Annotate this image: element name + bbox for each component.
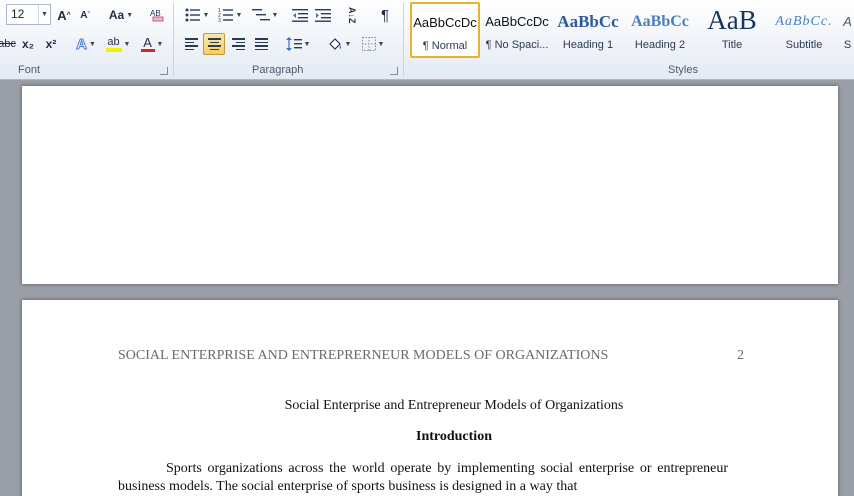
- running-header: SOCIAL ENTERPRISE AND ENTREPRERNEUR MODE…: [118, 348, 744, 364]
- style-sample: AaB: [707, 5, 757, 35]
- highlight-label: ab: [107, 35, 120, 48]
- document-page-1[interactable]: [22, 86, 838, 284]
- clear-formatting-button[interactable]: AB: [146, 4, 168, 26]
- style-name: ¶ No Spaci...: [485, 39, 549, 51]
- increase-indent-icon: [315, 9, 331, 22]
- strikethrough-icon: abc: [0, 38, 16, 50]
- body-line-1: Sports organizations across the world op…: [166, 461, 652, 476]
- change-case-icon: Aa: [108, 8, 125, 22]
- svg-text:3: 3: [218, 18, 221, 22]
- align-right-icon: [231, 38, 245, 50]
- style-heading-1[interactable]: AaBbCc Heading 1: [553, 2, 623, 58]
- align-center-icon: [207, 38, 221, 50]
- font-size-value: 12: [11, 7, 25, 21]
- style-sample: A: [843, 14, 852, 29]
- page-number: 2: [737, 348, 744, 363]
- paint-bucket-icon: [328, 38, 341, 50]
- style-no-spacing[interactable]: AaBbCcDc ¶ No Spaci...: [482, 2, 552, 58]
- style-sample: AaBbCc.: [775, 14, 833, 29]
- multilevel-list-icon: [251, 9, 270, 21]
- subscript-icon: x₂: [21, 37, 34, 51]
- grow-font-icon: A: [57, 7, 67, 23]
- group-divider: [403, 3, 404, 77]
- show-formatting-button[interactable]: ¶: [374, 4, 396, 26]
- align-left-icon: [184, 38, 198, 50]
- style-sample: AaBbCc: [557, 12, 619, 31]
- body-paragraph: Sports organizations across the world op…: [118, 460, 728, 496]
- sort-icon: A↓Z: [347, 6, 357, 24]
- bullets-button[interactable]: ▼: [182, 4, 212, 26]
- shading-button[interactable]: ▼: [324, 33, 354, 55]
- style-name: S: [843, 39, 852, 51]
- chevron-down-icon[interactable]: ▼: [38, 5, 50, 24]
- change-case-button[interactable]: Aa ▼: [106, 4, 136, 26]
- running-head-text: SOCIAL ENTERPRISE AND ENTREPRERNEUR MODE…: [118, 348, 609, 363]
- style-sample: AaBbCc: [631, 13, 689, 30]
- font-color-button[interactable]: A ▼: [138, 33, 166, 55]
- paragraph-group-label: Paragraph: [252, 64, 304, 76]
- bullet-list-icon: [185, 8, 200, 22]
- font-group-label: Font: [18, 64, 41, 76]
- document-title: Social Enterprise and Entrepreneur Model…: [284, 398, 624, 413]
- superscript-button[interactable]: x²: [41, 33, 61, 55]
- increase-indent-button[interactable]: [312, 4, 334, 26]
- style-sample: AaBbCcDc: [485, 14, 549, 29]
- justify-icon: [254, 38, 268, 50]
- align-center-button[interactable]: [203, 33, 225, 55]
- shrink-font-button[interactable]: Aˇ: [76, 4, 94, 26]
- multilevel-list-button[interactable]: ▼: [249, 4, 281, 26]
- justify-button[interactable]: [250, 33, 272, 55]
- shrink-font-icon: A: [80, 9, 88, 21]
- borders-icon: [361, 37, 376, 51]
- highlight-button[interactable]: ab ▼: [102, 33, 134, 55]
- text-effects-button[interactable]: A ▼: [72, 33, 100, 55]
- style-next[interactable]: A S: [841, 2, 854, 58]
- paragraph-dialog-launcher-icon[interactable]: [390, 67, 398, 75]
- font-color-icon: A: [140, 35, 155, 52]
- section-heading: Introduction: [416, 429, 492, 444]
- strikethrough-button[interactable]: abc: [0, 33, 16, 55]
- highlighter-icon: ab: [105, 35, 122, 52]
- style-sample: AaBbCcDc: [413, 15, 477, 30]
- style-name: Heading 2: [634, 39, 686, 51]
- decrease-indent-button[interactable]: [289, 4, 311, 26]
- superscript-icon: x²: [45, 37, 57, 51]
- align-left-button[interactable]: [180, 33, 202, 55]
- style-name: Heading 1: [562, 39, 614, 51]
- sort-button[interactable]: A↓Z: [341, 4, 363, 26]
- text-effects-icon: A: [76, 35, 88, 53]
- style-subtitle[interactable]: AaBbCc. Subtitle: [769, 2, 839, 58]
- numbering-button[interactable]: 1 2 3 ▼: [214, 4, 246, 26]
- style-name: Title: [721, 39, 743, 51]
- font-color-label: A: [143, 35, 152, 50]
- line-spacing-button[interactable]: ▼: [283, 33, 313, 55]
- grow-font-button[interactable]: A ^: [54, 4, 74, 26]
- decrease-indent-icon: [292, 9, 308, 22]
- styles-group-label: Styles: [668, 64, 698, 76]
- clear-formatting-icon: AB: [150, 9, 164, 22]
- numbered-list-icon: 1 2 3: [218, 8, 233, 22]
- group-divider: [173, 3, 174, 77]
- style-normal[interactable]: AaBbCcDc ¶ Normal: [410, 2, 480, 58]
- style-name: ¶ Normal: [422, 40, 468, 52]
- borders-button[interactable]: ▼: [358, 33, 388, 55]
- font-dialog-launcher-icon[interactable]: [160, 67, 168, 75]
- style-name: Subtitle: [785, 39, 823, 51]
- font-size-combo[interactable]: 12 ▼: [6, 4, 51, 25]
- pilcrow-icon: ¶: [380, 6, 390, 24]
- subscript-button[interactable]: x₂: [18, 33, 38, 55]
- line-spacing-icon: [285, 37, 302, 51]
- style-heading-2[interactable]: AaBbCc Heading 2: [625, 2, 695, 58]
- ribbon: 12 ▼ A ^ Aˇ Aa ▼ AB abc x₂ x² A ▼ ab ▼ A ▼: [0, 0, 854, 80]
- document-page-2[interactable]: SOCIAL ENTERPRISE AND ENTREPRERNEUR MODE…: [22, 300, 838, 496]
- style-title[interactable]: AaB Title: [697, 2, 767, 58]
- align-right-button[interactable]: [227, 33, 249, 55]
